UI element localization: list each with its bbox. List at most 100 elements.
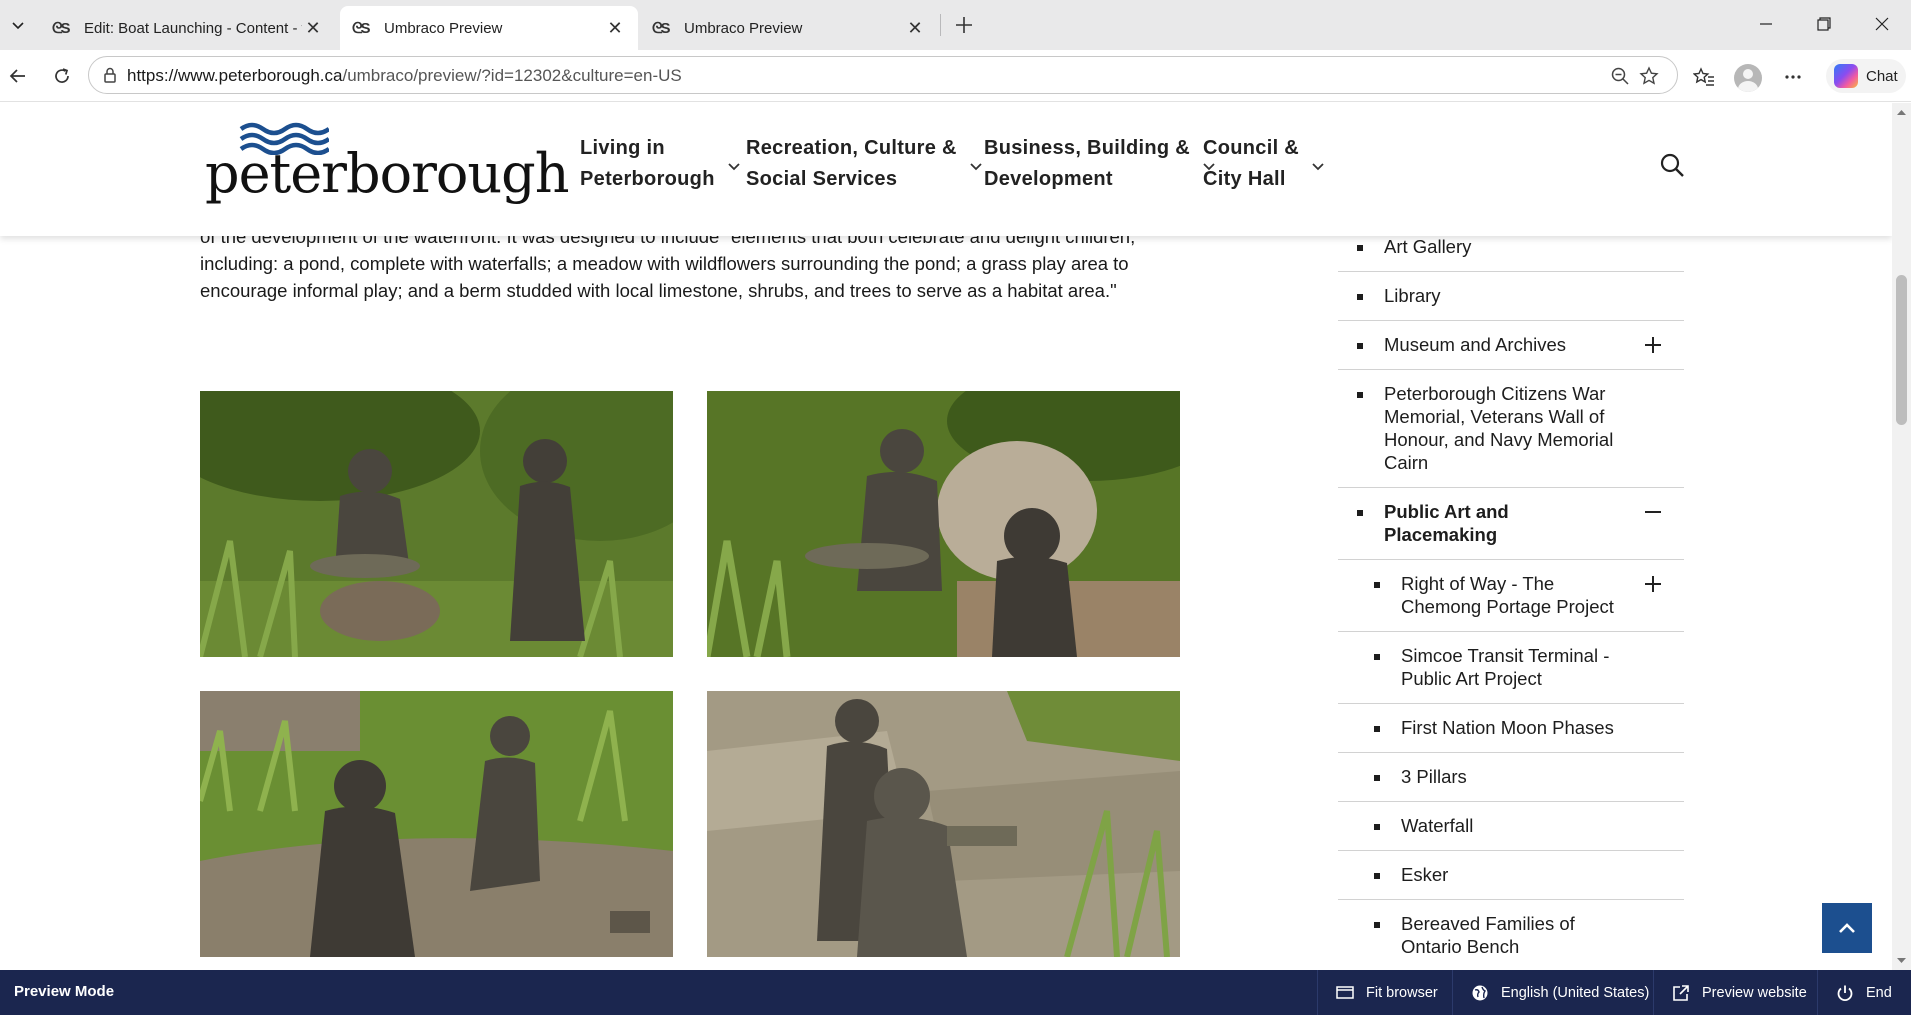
tab-separator [940,14,941,36]
page-scrollbar[interactable] [1892,103,1911,970]
close-window-button[interactable] [1853,0,1911,48]
scrollbar-thumb[interactable] [1896,275,1907,425]
nav-label-line: Council & [1203,137,1300,159]
sidebar-item-label: First Nation Moon Phases [1401,717,1614,738]
external-link-icon [1673,984,1689,1001]
reload-button[interactable] [46,60,78,92]
scroll-up-arrow-icon[interactable] [1896,107,1907,118]
monitor-icon [1336,985,1354,999]
nav-label-line: Living in [580,137,665,159]
minimize-button[interactable] [1737,0,1795,48]
sidebar-item-3-pillars[interactable]: 3 Pillars [1338,753,1684,802]
tab-umbraco-preview[interactable]: ᘓS Umbraco Preview ✕ [640,6,938,50]
sidebar-item-simcoe-transit-terminal[interactable]: Simcoe Transit Terminal - Public Art Pro… [1338,632,1684,704]
nav-business-building-development[interactable]: Business, Building & Development [984,133,1218,195]
favorites-icon[interactable] [1690,63,1718,91]
sidebar-item-right-of-way[interactable]: Right of Way - The Chemong Portage Proje… [1338,560,1684,632]
nav-label-line: Development [984,168,1113,190]
url-host: https://www.peterborough.ca [127,66,343,85]
sidebar-item-label: Museum and Archives [1384,334,1567,355]
tab-list-button[interactable] [0,5,36,45]
minimize-icon [1760,23,1772,25]
end-label: End [1866,984,1892,1001]
sidebar-item-label: Simcoe Transit Terminal - Public Art Pro… [1401,645,1610,689]
chevron-down-icon [12,22,24,30]
sidebar-item-museum-and-archives[interactable]: Museum and Archives [1338,321,1684,370]
umbraco-favicon-icon: ᘓS [652,19,671,37]
more-options-icon[interactable] [1779,63,1807,91]
umbraco-favicon-icon: ᘓS [352,19,371,37]
sidebar-item-library[interactable]: Library [1338,272,1684,321]
favorite-star-icon[interactable] [1638,65,1660,87]
copilot-chat-button[interactable]: Chat [1826,59,1906,93]
scroll-down-arrow-icon[interactable] [1896,955,1907,966]
sidebar-item-first-nation-moon-phases[interactable]: First Nation Moon Phases [1338,704,1684,753]
gallery-photo-children-statues-2[interactable] [707,391,1180,657]
gallery-photo-children-statues-3[interactable] [200,691,673,957]
sidebar-item-public-art-and-placemaking[interactable]: Public Art and Placemaking [1338,488,1684,560]
tab-title: Umbraco Preview [384,19,503,37]
nav-recreation-culture-social-services[interactable]: Recreation, Culture & Social Services [746,133,985,195]
zoom-out-icon[interactable] [1609,65,1631,87]
url-text[interactable]: https://www.peterborough.ca/umbraco/prev… [127,66,682,86]
close-icon [1875,17,1889,31]
preview-mode-title: Preview Mode [14,983,115,1000]
sidebar-item-label: Library [1384,285,1441,306]
lock-icon[interactable] [101,66,119,84]
language-selector-button[interactable]: English (United States) [1452,970,1667,1015]
collapse-minus-icon[interactable] [1642,501,1664,523]
gallery-photo-children-statues-1[interactable] [200,391,673,657]
browser-tab-bar: ᘓS Edit: Boat Launching - Content - www.… [0,0,1911,50]
new-tab-button[interactable] [948,11,980,39]
nav-label-line: Recreation, Culture & [746,137,957,159]
umbraco-preview-bar: Preview Mode Fit browser English (United… [0,970,1911,1015]
close-tab-icon[interactable]: ✕ [604,17,626,39]
gallery-photo-children-statues-4[interactable] [707,691,1180,957]
back-button[interactable] [2,60,34,92]
sidebar-item-war-memorial[interactable]: Peterborough Citizens War Memorial, Vete… [1338,370,1684,488]
expand-plus-icon[interactable] [1642,573,1664,595]
tab-title: Umbraco Preview [684,19,803,37]
sidebar-item-label: Art Gallery [1384,236,1472,257]
sidebar-item-label: Esker [1401,864,1449,885]
peterborough-logo[interactable]: peterborough [205,121,570,211]
expand-plus-icon[interactable] [1642,334,1664,356]
sidebar-item-waterfall[interactable]: Waterfall [1338,802,1684,851]
close-tab-icon[interactable]: ✕ [904,17,926,39]
sidebar-item-label: Right of Way - The Chemong Portage Proje… [1401,573,1614,617]
sidebar-item-esker[interactable]: Esker [1338,851,1684,900]
fit-browser-button[interactable]: Fit browser [1317,970,1456,1015]
search-icon[interactable] [1658,151,1686,179]
chat-label: Chat [1866,67,1898,85]
nav-label-line: City Hall [1203,168,1286,190]
tab-edit-boat-launching[interactable]: ᘓS Edit: Boat Launching - Content - www.… [40,6,336,50]
nav-council-city-hall[interactable]: Council & City Hall [1203,133,1327,195]
tab-title: Edit: Boat Launching - Content - www.pet… [84,19,302,37]
address-bar[interactable]: https://www.peterborough.ca/umbraco/prev… [88,56,1678,94]
sidebar-item-bereaved-families-bench[interactable]: Bereaved Families of Ontario Bench [1338,900,1684,970]
chevron-up-icon [1839,923,1855,933]
profile-avatar[interactable] [1734,64,1762,92]
logo-wordmark: peterborough [205,142,570,205]
end-preview-button[interactable]: End [1817,970,1910,1015]
close-tab-icon[interactable]: ✕ [302,17,324,39]
tab-umbraco-preview-active[interactable]: ᘓS Umbraco Preview ✕ [340,6,638,50]
chevron-down-icon [1312,163,1324,171]
preview-website-button[interactable]: Preview website [1653,970,1825,1015]
back-to-top-button[interactable] [1822,903,1872,953]
sidebar-item-label: 3 Pillars [1401,766,1467,787]
copilot-icon [1834,64,1858,88]
arrow-left-icon [9,69,25,83]
fit-browser-label: Fit browser [1366,984,1438,1001]
restore-button[interactable] [1795,0,1853,48]
umbraco-favicon-icon: ᘓS [52,19,71,37]
language-label: English (United States) [1501,984,1650,1001]
nav-label-line: Social Services [746,168,898,190]
globe-icon [1472,985,1488,1000]
sidebar-item-label: Bereaved Families of Ontario Bench [1401,913,1575,957]
sidebar-item-label: Waterfall [1401,815,1474,836]
nav-label-line: Business, Building & [984,137,1191,159]
restore-icon [1817,17,1831,31]
plus-icon [956,17,972,33]
nav-living-in-peterborough[interactable]: Living in Peterborough [580,133,743,195]
